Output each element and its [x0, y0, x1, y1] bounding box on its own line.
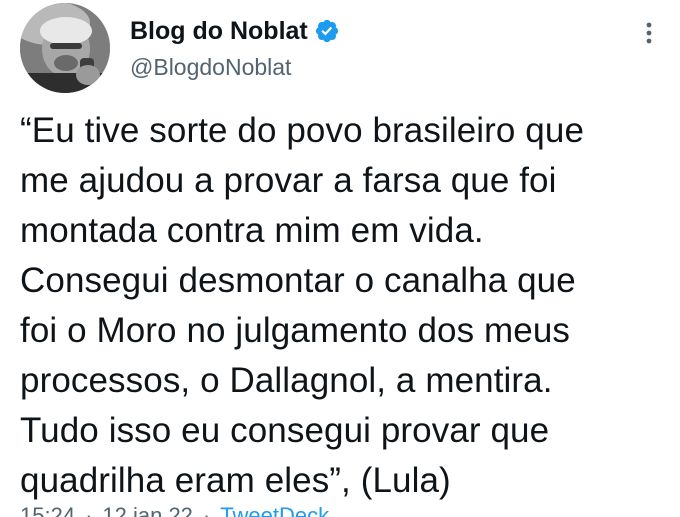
tweet-line: processos, o Dallagnol, a mentira. [20, 361, 553, 400]
tweet-card: Blog do Noblat @BlogdoNoblat “Eu tive so… [0, 0, 680, 517]
tweet-text: “Eu tive sorte do povo brasileiro que me… [20, 106, 670, 506]
tweet-line: montada contra mim em vida. [20, 211, 484, 250]
tweet-line: “Eu tive sorte do povo brasileiro que [20, 111, 585, 150]
more-dots-icon [646, 22, 652, 44]
avatar[interactable] [20, 3, 110, 93]
profile-photo [20, 3, 110, 93]
tweet-meta-separator: · [85, 503, 93, 517]
author-handle[interactable]: @BlogdoNoblat [130, 54, 291, 81]
tweet-line: Tudo isso eu consegui provar que [20, 411, 550, 450]
tweet-line: me ajudou a provar a farsa que foi [20, 161, 557, 200]
tweet-meta-separator: · [202, 503, 211, 517]
tweet-line: Consegui desmontar o canalha que [20, 261, 576, 300]
tweet-line: quadrilha eram eles”, (Lula) [20, 461, 451, 500]
tweet-source[interactable]: TweetDeck [220, 503, 329, 517]
verified-badge-icon [314, 18, 340, 44]
tweet-line: foi o Moro no julgamento dos meus [20, 311, 570, 350]
tweet-meta: 15:24 · 12 jan 22 · TweetDeck [20, 503, 329, 517]
tweet-time[interactable]: 15:24 [20, 503, 75, 517]
author-display-name[interactable]: Blog do Noblat [130, 17, 308, 46]
author-name-row: Blog do Noblat [130, 14, 340, 48]
tweet-date[interactable]: 12 jan 22 [102, 503, 193, 517]
more-options-button[interactable] [632, 16, 666, 50]
